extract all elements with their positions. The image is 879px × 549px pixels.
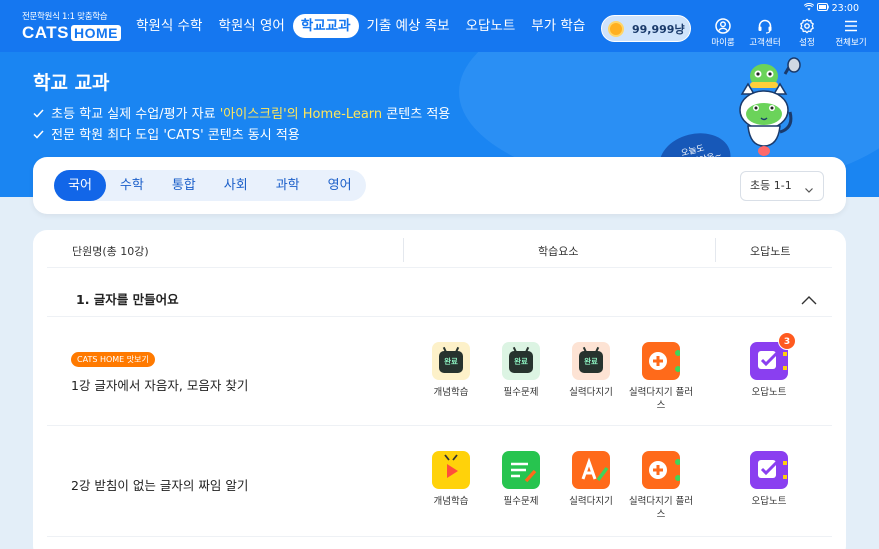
customer-center-label: 고객센터: [749, 38, 781, 48]
tab-social[interactable]: 사회: [210, 170, 262, 201]
banner-feature-1: 초등 학교 실제 수업/평가 자료 '아이스크림'의 Home-Learn 콘텐…: [33, 103, 450, 122]
tab-math[interactable]: 수학: [106, 170, 158, 201]
user-icon: [715, 18, 731, 34]
nav-item-academy-english[interactable]: 학원식 영어: [210, 14, 292, 38]
column-header-unit: 단원명(총 10강): [72, 245, 149, 258]
logo[interactable]: 전문학원식 1:1 맞춤학습 CATS HOME: [22, 10, 122, 43]
utility-menu: 마이룸 고객센터 설정 전체보기: [703, 18, 875, 48]
points-value: 99,999냥: [632, 22, 685, 36]
page-title: 학교 교과: [33, 72, 110, 94]
menu-icon: [845, 20, 857, 32]
wifi-icon: [803, 3, 817, 14]
lesson-title[interactable]: 1강 글자에서 자음자, 모음자 찾기: [71, 375, 248, 394]
lesson-table: 단원명(총 10강) 학습요소 오답노트 1. 글자를 만들어요 CATS HO…: [33, 230, 846, 549]
tab-integrated[interactable]: 통합: [158, 170, 210, 201]
skill-building-plus-button[interactable]: 실력다지기 플러스: [626, 342, 696, 412]
chevron-down-icon: [804, 178, 814, 206]
my-room-label: 마이룸: [711, 38, 735, 48]
column-header-elements: 학습요소: [538, 245, 579, 258]
activity-label: 개념학습: [433, 387, 469, 398]
status-bar: 23:00: [803, 3, 859, 14]
notification-badge: 3: [778, 332, 796, 350]
check-icon: [33, 107, 47, 122]
tab-science[interactable]: 과학: [262, 170, 314, 201]
view-all-button[interactable]: 전체보기: [829, 18, 873, 48]
essential-problems-button[interactable]: 완료 필수문제: [486, 342, 556, 399]
settings-button[interactable]: 설정: [787, 18, 827, 48]
grade-select-value: 초등 1-1: [750, 179, 792, 192]
activity-label: 오답노트: [751, 496, 787, 507]
activity-label: 필수문제: [503, 496, 539, 507]
view-all-label: 전체보기: [835, 38, 867, 48]
completed-icon: 완료: [502, 342, 540, 380]
coin-icon: [608, 20, 624, 37]
completed-icon: 완료: [432, 342, 470, 380]
grade-a-icon: [572, 451, 610, 489]
chevron-up-icon[interactable]: [800, 291, 818, 310]
skill-building-button[interactable]: 완료 실력다지기: [556, 342, 626, 399]
activity-label: 필수문제: [503, 387, 539, 398]
column-divider: [403, 238, 404, 262]
main-menu: 학원식 수학 학원식 영어 학교교과 기출 예상 족보 오답노트 부가 학습: [128, 14, 593, 38]
table-row: 2강 받침이 없는 글자의 짜임 알기 개념학습 필수문제 실력다지기 실력다지…: [47, 427, 832, 537]
subject-tabs: 국어 수학 통합 사회 과학 영어: [54, 170, 366, 201]
unit-header[interactable]: 1. 글자를 만들어요: [47, 277, 832, 317]
check-icon: [33, 128, 47, 143]
table-header: 단원명(총 10강) 학습요소 오답노트: [47, 230, 832, 268]
clock: 23:00: [831, 3, 859, 14]
activity-label: 실력다지기: [569, 387, 613, 398]
play-tv-icon: [432, 451, 470, 489]
nav-item-school-curriculum[interactable]: 학교교과: [292, 14, 359, 38]
activity-label: 실력다지기 플러스: [628, 496, 694, 520]
points-badge[interactable]: 99,999냥: [601, 15, 691, 42]
settings-label: 설정: [799, 38, 815, 48]
column-divider: [715, 238, 716, 262]
checkbox-note-icon: 3: [750, 332, 796, 380]
activity-label: 오답노트: [751, 387, 787, 398]
wrong-note-button[interactable]: 3 오답노트: [734, 332, 804, 399]
essential-problems-button[interactable]: 필수문제: [486, 451, 556, 508]
lesson-title[interactable]: 2강 받침이 없는 글자의 짜임 알기: [71, 475, 248, 494]
tab-korean[interactable]: 국어: [54, 170, 106, 201]
grade-select[interactable]: 초등 1-1: [740, 171, 824, 201]
completed-icon: 완료: [572, 342, 610, 380]
preview-badge[interactable]: CATS HOME 맛보기: [71, 352, 155, 367]
activity-label: 실력다지기 플러스: [628, 387, 694, 411]
activity-label: 개념학습: [433, 496, 469, 507]
nav-item-wrong-notes[interactable]: 오답노트: [458, 14, 524, 38]
activity-label: 실력다지기: [569, 496, 613, 507]
my-room-button[interactable]: 마이룸: [703, 18, 743, 48]
skill-building-button[interactable]: 실력다지기: [556, 451, 626, 508]
notepad-icon: [502, 451, 540, 489]
logo-tagline: 전문학원식 1:1 맞춤학습: [22, 12, 108, 22]
checkbox-note-icon: [750, 451, 788, 489]
concept-study-button[interactable]: 개념학습: [416, 451, 486, 508]
banner-feature-2: 전문 학원 최다 도입 'CATS' 콘텐츠 동시 적용: [33, 124, 300, 143]
battery-icon: [816, 3, 832, 14]
concept-study-button[interactable]: 완료 개념학습: [416, 342, 486, 399]
plus-card-icon: [642, 342, 681, 380]
nav-item-academy-math[interactable]: 학원식 수학: [128, 14, 210, 38]
gear-icon: [800, 18, 814, 34]
top-navigation-bar: 전문학원식 1:1 맞춤학습 CATS HOME 학원식 수학 학원식 영어 학교…: [0, 0, 879, 52]
subject-filter-card: 국어 수학 통합 사회 과학 영어 초등 1-1: [33, 157, 846, 214]
unit-title: 1. 글자를 만들어요: [76, 292, 179, 307]
nav-item-extra-learning[interactable]: 부가 학습: [523, 14, 593, 38]
logo-brand: CATS HOME: [22, 23, 122, 43]
cat-mascot-illustration: [739, 57, 801, 156]
headset-icon: [758, 19, 772, 34]
plus-card-icon: [642, 451, 681, 489]
tab-english[interactable]: 영어: [314, 170, 366, 201]
customer-center-button[interactable]: 고객센터: [745, 18, 785, 48]
nav-item-past-exams[interactable]: 기출 예상 족보: [359, 14, 458, 38]
table-row: CATS HOME 맛보기 1강 글자에서 자음자, 모음자 찾기 완료 개념학…: [47, 318, 832, 426]
wrong-note-button[interactable]: 오답노트: [734, 451, 804, 508]
skill-building-plus-button[interactable]: 실력다지기 플러스: [626, 451, 696, 521]
column-header-wrong-note: 오답노트: [750, 245, 791, 258]
